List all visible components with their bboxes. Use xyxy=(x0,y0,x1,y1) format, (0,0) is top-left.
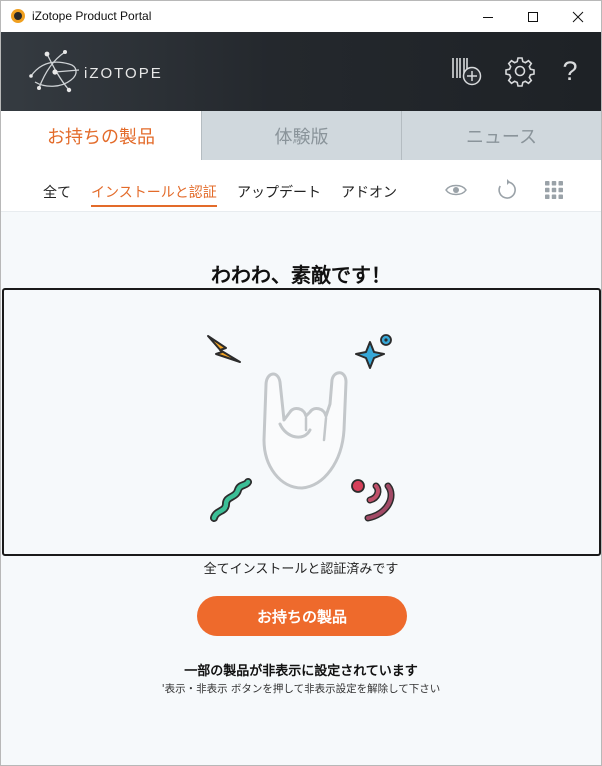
minimize-icon xyxy=(483,16,493,18)
gear-icon xyxy=(505,57,535,87)
tab-trials[interactable]: 体験版 xyxy=(201,111,401,160)
install-status-text: 全てインストールと認証済みです xyxy=(203,562,399,577)
title-bar: iZotope Product Portal xyxy=(1,1,601,32)
eye-icon xyxy=(445,184,467,196)
grid-view-icon xyxy=(545,181,563,199)
settings-button[interactable] xyxy=(503,54,537,88)
brand-name: iZOTOPE xyxy=(84,65,163,82)
register-product-icon xyxy=(452,58,482,86)
subtab-addons[interactable]: アドオン xyxy=(341,182,397,205)
lightning-sticker xyxy=(207,335,241,363)
subtab-all[interactable]: 全て xyxy=(43,182,71,205)
tab-owned-products[interactable]: お持ちの製品 xyxy=(1,111,201,160)
show-hide-button[interactable] xyxy=(444,178,468,202)
help-button[interactable]: ? xyxy=(553,54,587,88)
help-icon: ? xyxy=(562,55,578,86)
izotope-logo xyxy=(29,50,80,93)
refresh-icon xyxy=(498,179,516,199)
illustration-frame xyxy=(2,288,601,556)
sound-waves-sticker xyxy=(351,479,395,522)
window-title: iZotope Product Portal xyxy=(32,9,152,23)
hidden-products-notice: 一部の製品が非表示に設定されています xyxy=(184,664,418,679)
sub-navigation: 全て インストールと認証 アップデート アドオン xyxy=(1,160,601,212)
main-tabs: お持ちの製品 体験版 ニュース xyxy=(1,111,601,160)
app-header: iZOTOPE ? xyxy=(1,32,601,111)
subtab-install-authorize[interactable]: インストールと認証 xyxy=(91,182,217,207)
sparkle-sticker xyxy=(355,334,392,369)
subtab-updates[interactable]: アップデート xyxy=(237,182,321,205)
minimize-button[interactable] xyxy=(465,1,511,32)
maximize-button[interactable] xyxy=(510,1,556,32)
tab-news[interactable]: ニュース xyxy=(401,111,601,160)
register-product-button[interactable] xyxy=(450,54,484,88)
grid-view-button[interactable] xyxy=(542,178,566,202)
empty-state-heading: わわわ、素敵です！ xyxy=(211,263,391,287)
close-button[interactable] xyxy=(555,1,601,32)
close-icon xyxy=(572,11,584,22)
rock-hand-illustration xyxy=(207,334,395,522)
maximize-icon xyxy=(528,11,538,22)
owned-products-button[interactable]: お持ちの製品 xyxy=(197,596,407,636)
hidden-products-hint: '表示・非表示 ボタンを押して非表示設定を解除して下さい xyxy=(161,683,441,695)
app-icon xyxy=(11,9,25,23)
squiggle-sticker xyxy=(210,478,252,522)
refresh-button[interactable] xyxy=(495,178,519,202)
app-window: iZotope Product Portal iZOTOPE ? お持ちの製品 … xyxy=(0,0,602,766)
